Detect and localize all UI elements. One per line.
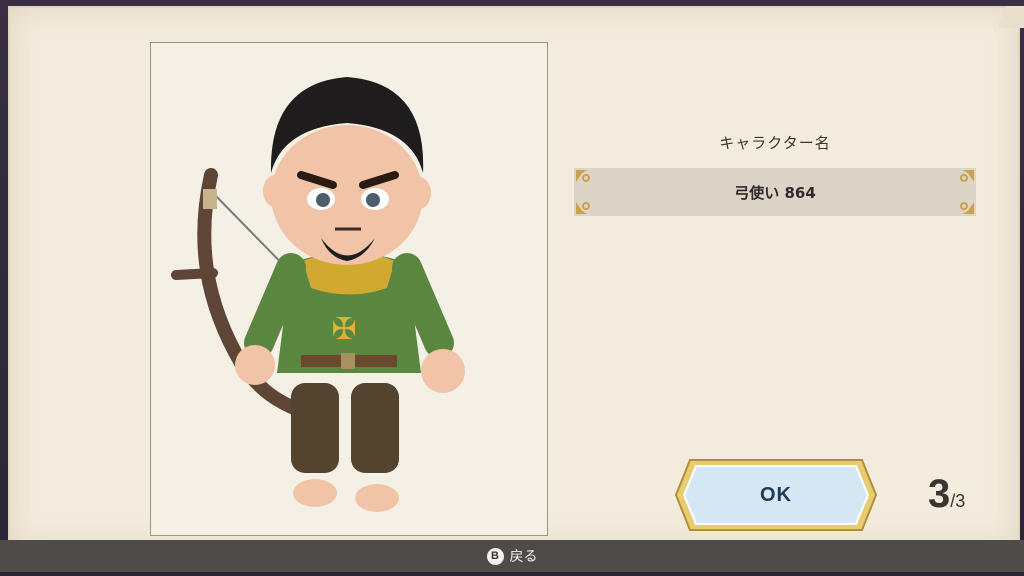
page-total: /3 [950, 491, 966, 511]
footer-bar: B 戻る [0, 540, 1024, 572]
bottom-edge [0, 572, 1024, 576]
ok-button[interactable]: OK [672, 456, 880, 534]
character-portrait: ✠ [150, 42, 548, 536]
character-name-caption: キャラクター名 [719, 134, 831, 152]
b-button-icon[interactable]: B [486, 547, 504, 565]
svg-text:✠: ✠ [331, 312, 356, 347]
ok-button-label: OK [760, 483, 792, 506]
ornate-corner-icon [956, 168, 976, 188]
character-name-field[interactable]: 弓使い 864 [574, 168, 976, 216]
ornate-corner-icon [956, 196, 976, 216]
page-current: 3 [928, 472, 951, 516]
character-name-value: 弓使い 864 [734, 183, 816, 202]
archer-character-illustration: ✠ [171, 77, 465, 512]
ornate-corner-icon [574, 196, 594, 216]
back-label[interactable]: 戻る [510, 546, 538, 566]
page-counter: 3/3 [928, 472, 965, 522]
ornate-corner-icon [574, 168, 594, 188]
